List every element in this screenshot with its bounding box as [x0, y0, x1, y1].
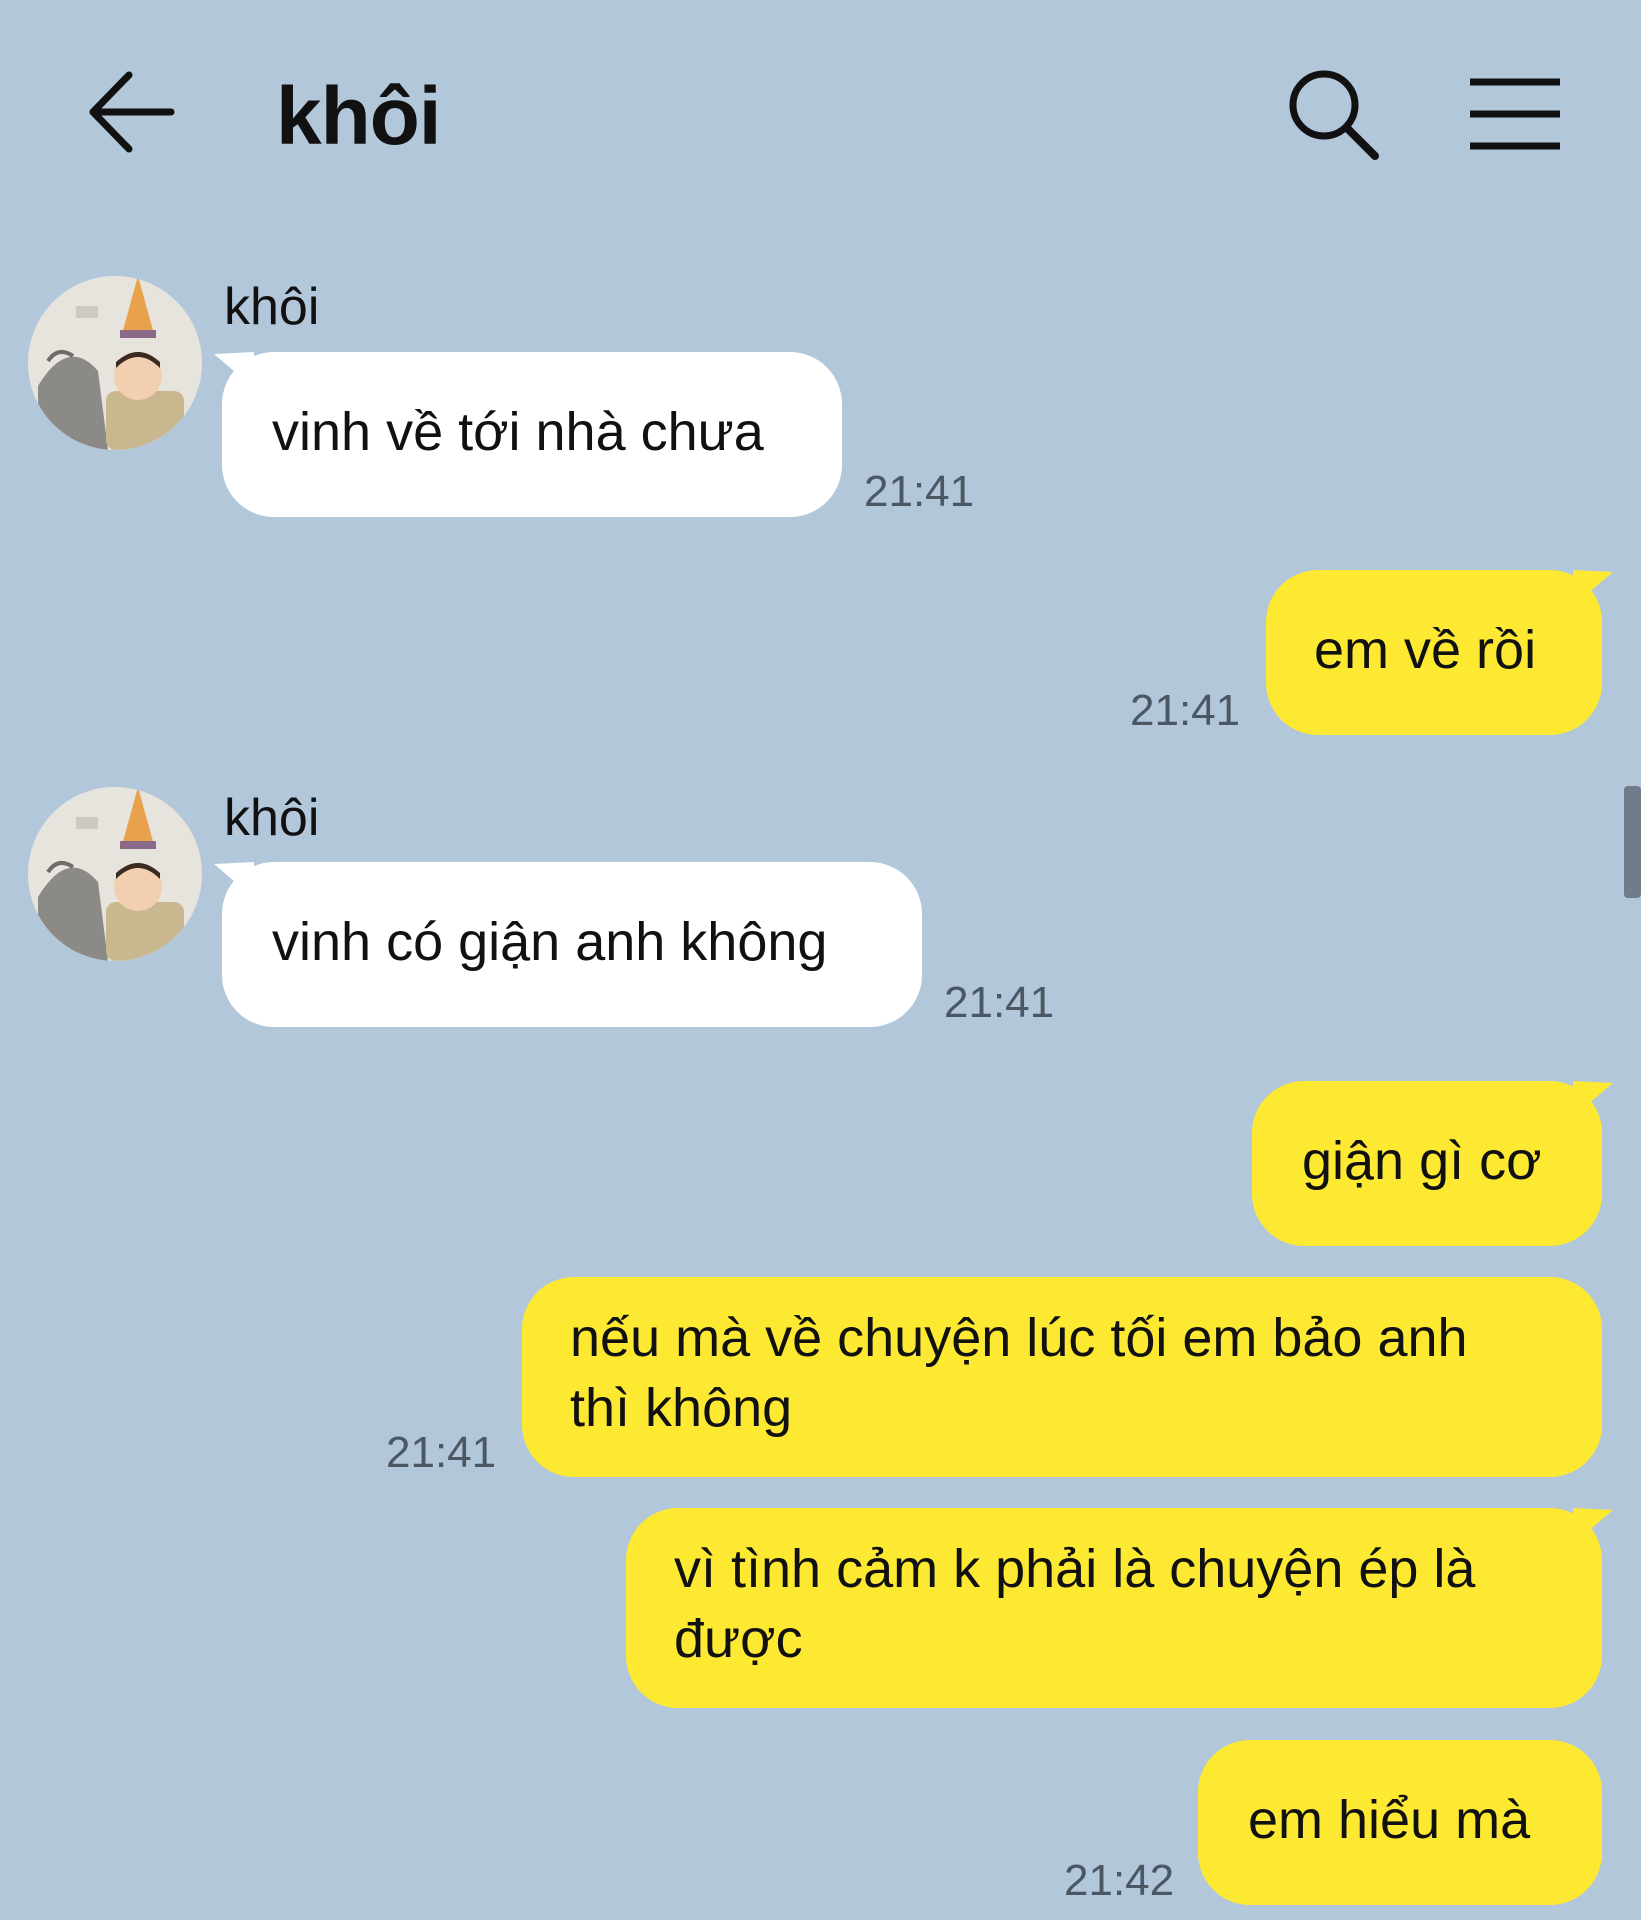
search-button[interactable] — [1283, 64, 1383, 164]
back-button[interactable] — [85, 65, 185, 165]
chat-title: khôi — [276, 71, 442, 162]
contact-photo — [28, 276, 202, 450]
bubble-tail — [1573, 1508, 1613, 1544]
message-text-line: được — [674, 1609, 803, 1669]
message-bubble[interactable]: giận gì cơ — [1252, 1081, 1602, 1246]
timestamp: 21:42 — [1064, 1856, 1175, 1905]
message-text: vinh có giận anh không — [272, 912, 828, 972]
message-bubble[interactable]: em hiểu mà — [1198, 1740, 1602, 1905]
timestamp: 21:41 — [1130, 686, 1241, 735]
timestamp: 21:41 — [864, 467, 975, 516]
message-text-line: thì không — [570, 1378, 793, 1438]
scrollbar-thumb[interactable] — [1624, 786, 1641, 898]
message-bubble[interactable]: vinh có giận anh không — [222, 862, 922, 1027]
bubble-tail — [1573, 1081, 1613, 1117]
contact-photo — [28, 787, 202, 961]
chat-header: khôi — [0, 0, 1641, 230]
message-bubble[interactable]: nếu mà về chuyện lúc tối em bảo anh thì … — [522, 1277, 1602, 1477]
message-bubble[interactable]: vì tình cảm k phải là chuyện ép là được — [626, 1508, 1602, 1708]
menu-button[interactable] — [1460, 66, 1570, 166]
timestamp: 21:41 — [386, 1428, 497, 1477]
sender-name: khôi — [224, 278, 320, 336]
bubble-tail — [1573, 570, 1613, 606]
message-text: em về rồi — [1314, 620, 1537, 680]
message-bubble[interactable]: em về rồi — [1266, 570, 1602, 735]
message-text: vinh về tới nhà chưa — [272, 402, 764, 462]
arrow-left-icon — [89, 71, 175, 153]
message-bubble[interactable]: vinh về tới nhà chưa — [222, 352, 842, 517]
chat-screen: khôi khôi vinh về tới nhà chưa 21:41 21:… — [0, 0, 1641, 1920]
message-text-line: nếu mà về chuyện lúc tối em bảo anh — [570, 1308, 1468, 1368]
hamburger-menu-icon — [1470, 78, 1560, 150]
message-text: giận gì cơ — [1302, 1131, 1542, 1191]
message-text: em hiểu mà — [1248, 1790, 1531, 1850]
sender-name: khôi — [224, 789, 320, 847]
search-icon — [1289, 70, 1379, 160]
timestamp: 21:41 — [944, 978, 1055, 1027]
avatar[interactable] — [28, 787, 202, 961]
avatar[interactable] — [28, 276, 202, 450]
message-text-line: vì tình cảm k phải là chuyện ép là — [674, 1539, 1476, 1599]
